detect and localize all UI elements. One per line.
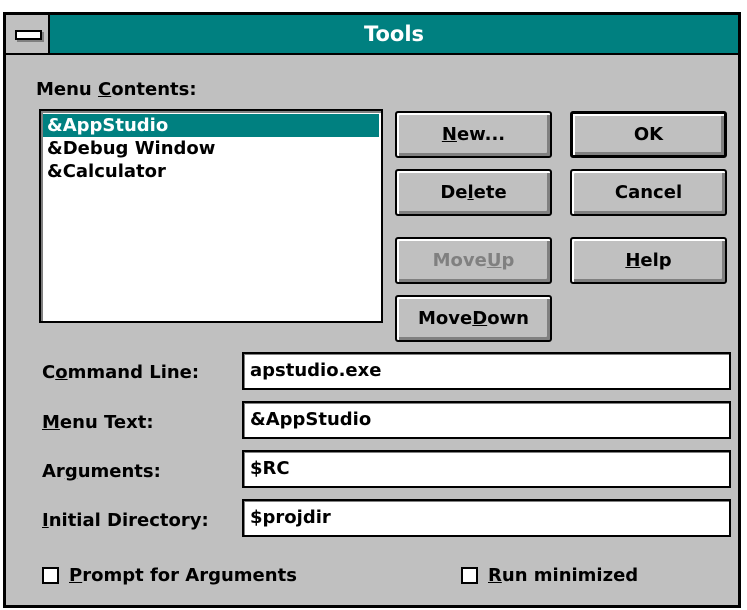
label-text: mmand Line: <box>67 362 200 383</box>
label-accel: M <box>42 412 60 433</box>
label-accel: o <box>55 362 68 383</box>
system-menu-icon <box>15 30 42 40</box>
label-text: Ar <box>42 461 65 482</box>
label-text: ontents: <box>111 79 197 100</box>
button-accel: N <box>441 124 457 145</box>
list-item[interactable]: &AppStudio <box>43 114 379 137</box>
command-line-input[interactable]: apstudio.exe <box>242 352 731 390</box>
new-button[interactable]: New... <box>395 111 552 158</box>
delete-button[interactable]: De l ete <box>395 169 552 216</box>
button-text: Move <box>432 250 487 271</box>
help-button[interactable]: Help <box>570 237 727 284</box>
move-down-button[interactable]: Move Down <box>395 295 552 342</box>
tools-dialog: Tools Menu Contents: &AppStudio &Debug W… <box>3 12 741 608</box>
label-accel: g <box>64 461 78 482</box>
checkbox-label-text: un minimized <box>501 565 639 586</box>
label-text: nitial Directory: <box>48 510 209 531</box>
menu-contents-list[interactable]: &AppStudio &Debug Window &Calculator <box>39 109 383 323</box>
button-accel: D <box>472 308 488 329</box>
checkbox-label-accel: P <box>69 565 83 586</box>
button-accel: H <box>625 250 641 271</box>
menu-text-label: Menu Text: <box>42 412 154 433</box>
button-text: De <box>440 182 468 203</box>
button-text: p <box>501 250 515 271</box>
ok-button[interactable]: OK <box>570 111 727 158</box>
button-text: ete <box>473 182 507 203</box>
menu-text-input[interactable]: &AppStudio <box>242 401 731 439</box>
checkbox-box[interactable] <box>42 567 59 584</box>
label-text: C <box>42 362 56 383</box>
title-bar: Tools <box>6 15 738 55</box>
button-text: ew... <box>456 124 506 145</box>
initial-directory-label: Initial Directory: <box>42 510 209 531</box>
list-item[interactable]: &Debug Window <box>43 137 379 160</box>
button-text: own <box>487 308 529 329</box>
label-text: Menu <box>36 79 99 100</box>
window-title: Tools <box>363 22 425 46</box>
button-text: Move <box>418 308 473 329</box>
checkbox-label-accel: R <box>488 565 502 586</box>
list-item[interactable]: &Calculator <box>43 160 379 183</box>
prompt-for-arguments-checkbox[interactable]: Prompt for Arguments <box>42 565 297 586</box>
command-line-label: Command Line: <box>42 362 199 383</box>
menu-contents-label: Menu Contents: <box>36 79 197 100</box>
label-accel: C <box>98 79 112 100</box>
arguments-input[interactable]: $RC <box>242 450 731 488</box>
checkbox-label-text: rompt for Arguments <box>82 565 297 586</box>
move-up-button[interactable]: Move Up <box>395 237 552 284</box>
label-accel: I <box>42 510 49 531</box>
cancel-button[interactable]: Cancel <box>570 169 727 216</box>
arguments-label: Arguments: <box>42 461 161 482</box>
checkbox-box[interactable] <box>461 567 478 584</box>
button-accel: U <box>486 250 502 271</box>
label-text: uments: <box>77 461 161 482</box>
button-text: elp <box>640 250 672 271</box>
button-text: OK <box>633 124 664 145</box>
system-menu-button[interactable] <box>6 15 50 53</box>
initial-directory-input[interactable]: $projdir <box>242 499 731 537</box>
run-minimized-checkbox[interactable]: Run minimized <box>461 565 638 586</box>
label-text: enu Text: <box>59 412 154 433</box>
button-text: Cancel <box>614 182 683 203</box>
